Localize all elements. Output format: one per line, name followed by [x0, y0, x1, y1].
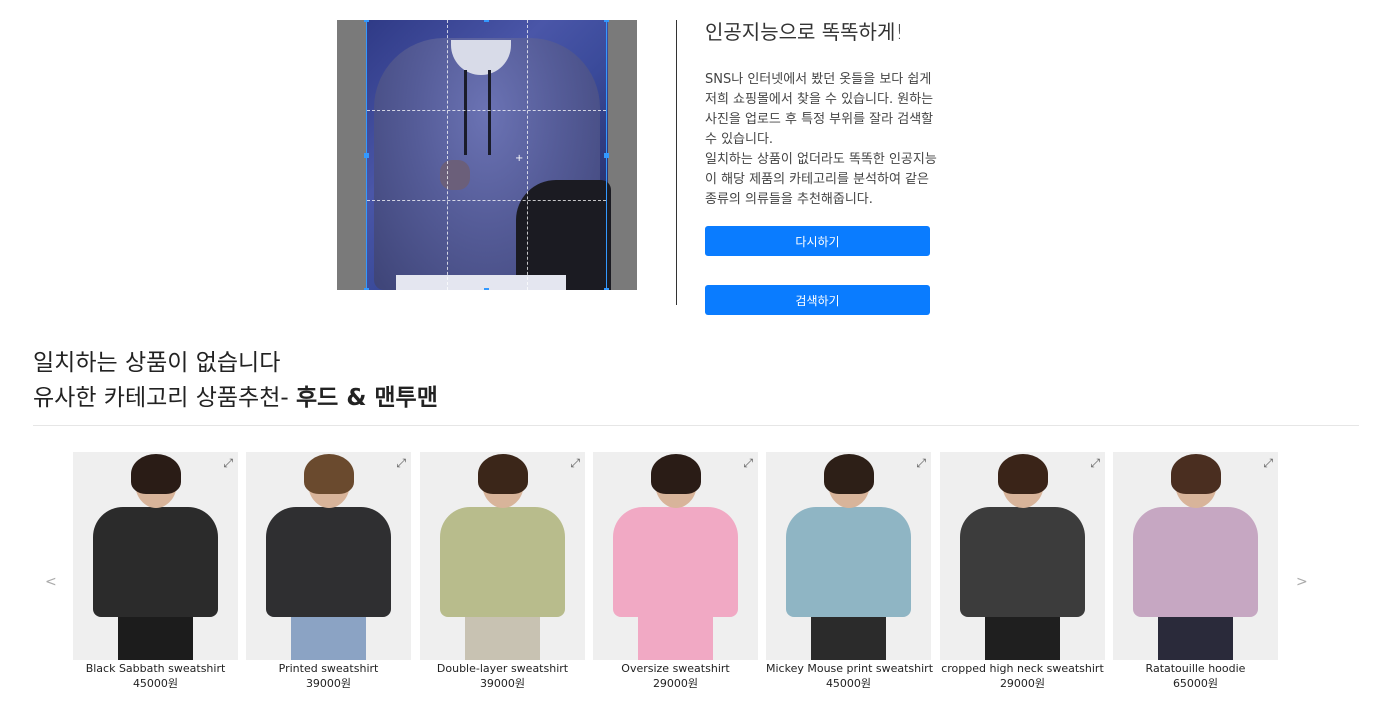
expand-icon[interactable]: ⤢ [1263, 456, 1273, 471]
product-name[interactable]: Printed sweatshirt [246, 662, 411, 676]
model-garment [786, 507, 911, 617]
product-price: 39000원 [305, 677, 352, 690]
product-name[interactable]: Oversize sweatshirt [593, 662, 758, 676]
product-card[interactable]: ⤢ cropped high neck sweatshirt 29000원 [940, 452, 1105, 697]
search-button[interactable]: 검색하기 [705, 285, 930, 315]
model-legs [465, 612, 540, 660]
product-price: 29000원 [999, 677, 1046, 690]
product-price: 29000원 [652, 677, 699, 690]
product-name[interactable]: Black Sabbath sweatshirt [73, 662, 238, 676]
product-image[interactable]: ⤢ [246, 452, 411, 660]
model-legs [638, 612, 713, 660]
crop-grid-line [367, 110, 606, 111]
crop-box[interactable]: + [364, 20, 609, 290]
product-price: 45000원 [132, 677, 179, 690]
model-hair [131, 454, 181, 494]
model-garment [613, 507, 738, 617]
info-panel: 인공지능으로 똑똑하게! SNS나 인터넷에서 봤던 옷들을 보다 쉽게 저희 … [705, 18, 975, 210]
expand-icon[interactable]: ⤢ [396, 456, 406, 471]
product-name[interactable]: cropped high neck sweatshirt [940, 662, 1105, 676]
product-carousel: ⤢ Black Sabbath sweatshirt 45000원 ⤢ Printed … [73, 452, 1283, 702]
model-legs [291, 612, 366, 660]
product-card[interactable]: ⤢ Black Sabbath sweatshirt 45000원 [73, 452, 238, 697]
recommend-category: 후드 & 맨투맨 [296, 385, 438, 411]
expand-icon[interactable]: ⤢ [223, 456, 233, 471]
crop-handle-ne[interactable] [604, 20, 609, 22]
crop-grid-line [367, 200, 606, 201]
vertical-divider [676, 20, 677, 305]
carousel-prev-button[interactable]: < [45, 574, 57, 590]
product-name[interactable]: Ratatouille hoodie [1113, 662, 1278, 676]
product-card[interactable]: ⤢ Mickey Mouse print sweatshirt 45000원 [766, 452, 933, 697]
product-card[interactable]: ⤢ Ratatouille hoodie 65000원 [1113, 452, 1278, 697]
model-hair [824, 454, 874, 494]
crop-grid-line [527, 20, 528, 290]
product-image[interactable]: ⤢ [766, 452, 931, 660]
model-legs [118, 612, 193, 660]
retry-button[interactable]: 다시하기 [705, 226, 930, 256]
product-image[interactable]: ⤢ [1113, 452, 1278, 660]
crop-center-icon: + [515, 153, 524, 164]
product-card[interactable]: ⤢ Double-layer sweatshirt 39000원 [420, 452, 585, 697]
crop-handle-nw[interactable] [364, 20, 369, 22]
model-hair [478, 454, 528, 494]
result-heading: 일치하는 상품이 없습니다 유사한 카테고리 상품추천- 후드 & 맨투맨 [33, 346, 438, 416]
info-title: 인공지능으로 똑똑하게! [705, 20, 904, 44]
model-garment [1133, 507, 1258, 617]
recommend-line: 유사한 카테고리 상품추천- 후드 & 맨투맨 [33, 381, 438, 416]
product-name[interactable]: Mickey Mouse print sweatshirt [766, 662, 933, 676]
info-description: SNS나 인터넷에서 봤던 옷들을 보다 쉽게 저희 쇼핑몰에서 찾을 수 있습… [705, 72, 937, 207]
expand-icon[interactable]: ⤢ [1090, 456, 1100, 471]
carousel-next-button[interactable]: > [1296, 574, 1308, 590]
model-garment [960, 507, 1085, 617]
model-legs [985, 612, 1060, 660]
expand-icon[interactable]: ⤢ [570, 456, 580, 471]
crop-handle-n[interactable] [484, 20, 489, 22]
product-name[interactable]: Double-layer sweatshirt [420, 662, 585, 676]
model-legs [1158, 612, 1233, 660]
no-match-text: 일치하는 상품이 없습니다 [33, 350, 281, 376]
crop-handle-w[interactable] [364, 153, 369, 158]
product-card[interactable]: ⤢ Printed sweatshirt 39000원 [246, 452, 411, 697]
crop-handle-e[interactable] [604, 153, 609, 158]
model-hair [1171, 454, 1221, 494]
product-price: 45000원 [825, 677, 872, 690]
crop-handle-s[interactable] [484, 288, 489, 290]
expand-icon[interactable]: ⤢ [916, 456, 926, 471]
expand-icon[interactable]: ⤢ [743, 456, 753, 471]
product-price: 39000원 [479, 677, 526, 690]
model-garment [266, 507, 391, 617]
model-legs [811, 612, 886, 660]
section-divider [33, 425, 1359, 426]
model-hair [998, 454, 1048, 494]
crop-handle-sw[interactable] [364, 288, 369, 290]
recommend-prefix: 유사한 카테고리 상품추천- [33, 385, 289, 411]
model-hair [651, 454, 701, 494]
crop-grid-line [447, 20, 448, 290]
product-price: 65000원 [1172, 677, 1219, 690]
model-garment [440, 507, 565, 617]
model-garment [93, 507, 218, 617]
product-image[interactable]: ⤢ [940, 452, 1105, 660]
product-image[interactable]: ⤢ [593, 452, 758, 660]
product-card[interactable]: ⤢ Oversize sweatshirt 29000원 [593, 452, 758, 697]
crop-handle-se[interactable] [604, 288, 609, 290]
product-image[interactable]: ⤢ [73, 452, 238, 660]
product-image[interactable]: ⤢ [420, 452, 585, 660]
model-hair [304, 454, 354, 494]
image-cropper[interactable]: + [337, 20, 637, 290]
